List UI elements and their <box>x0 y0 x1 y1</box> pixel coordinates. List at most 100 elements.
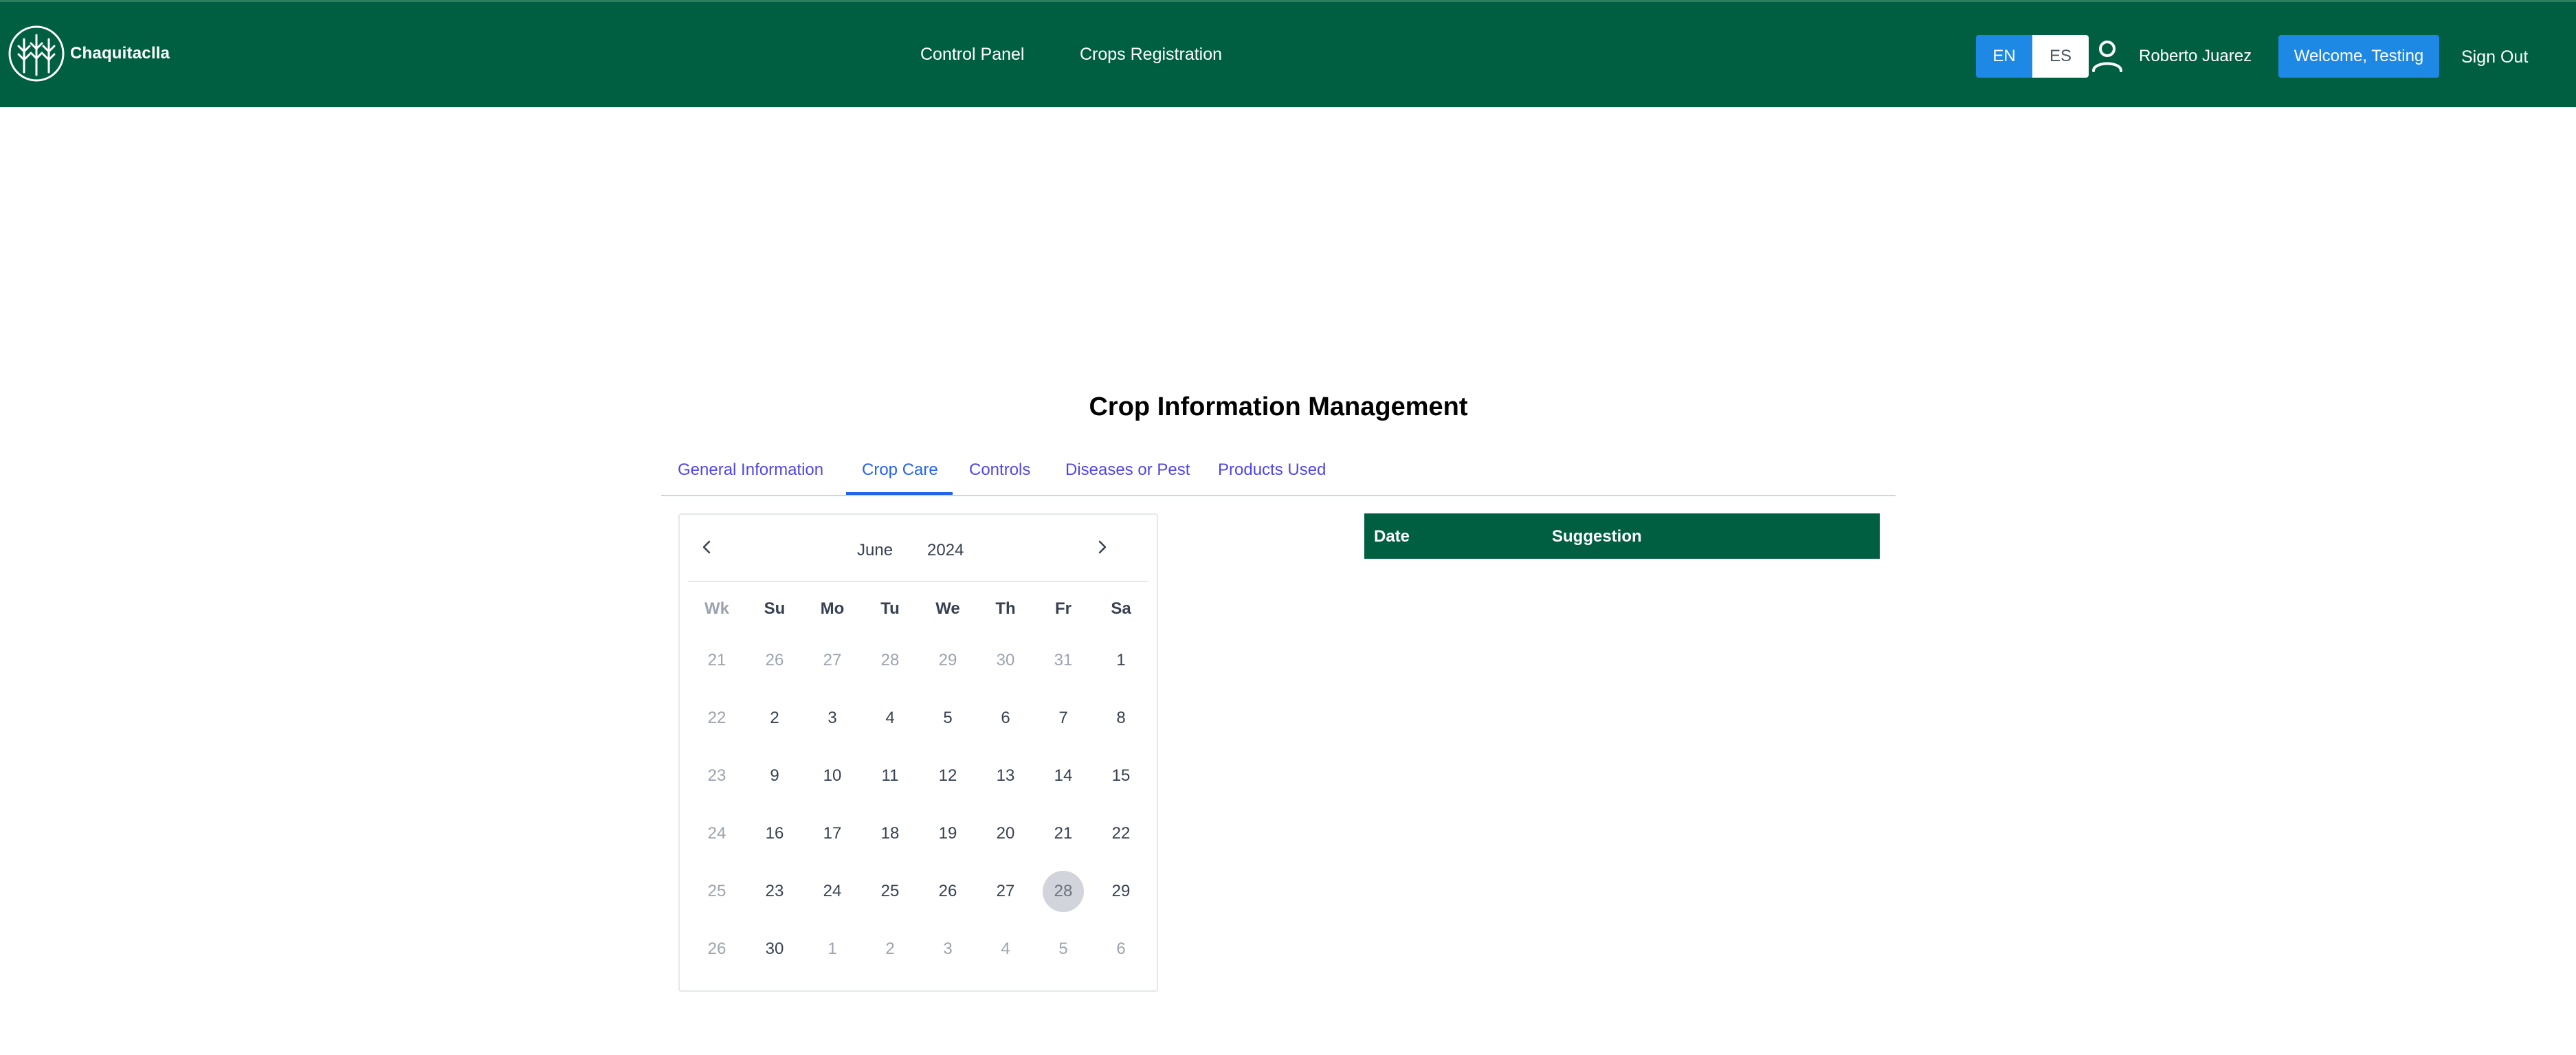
calendar-day-label: 9 <box>770 766 779 785</box>
calendar-day-label: 31 <box>1054 651 1073 669</box>
calendar-day[interactable]: 6 <box>977 689 1034 747</box>
calendar-day[interactable]: 5 <box>919 689 977 747</box>
calendar-day[interactable]: 10 <box>803 747 861 805</box>
calendar-day-label: 13 <box>996 766 1015 785</box>
weekday-header: Fr <box>1055 599 1072 618</box>
calendar-day[interactable]: 3 <box>803 689 861 747</box>
calendar-day-label: 4 <box>1001 940 1010 958</box>
calendar-day-label: 28 <box>1043 871 1084 912</box>
week-number: 23 <box>707 766 726 785</box>
calendar-week-row: 22 2 3 4 5 6 7 8 <box>688 689 1150 747</box>
date-picker-calendar: June 2024 Wk Su Mo Tu We Th Fr Sa 21 26 27 28 29 30 3… <box>678 513 1158 992</box>
calendar-day[interactable]: 29 <box>1092 863 1150 920</box>
calendar-day-label: 28 <box>880 651 900 669</box>
calendar-day-label: 30 <box>765 940 784 958</box>
weekday-header: Mo <box>820 599 845 618</box>
calendar-day-label: 7 <box>1058 709 1068 727</box>
calendar-day-label: 29 <box>938 651 957 669</box>
calendar-day-label: 26 <box>765 651 784 669</box>
nav-control-panel[interactable]: Control Panel <box>920 45 1024 65</box>
calendar-day-label: 6 <box>1001 709 1010 727</box>
calendar-day[interactable]: 5 <box>1034 920 1092 978</box>
calendar-month-selector[interactable]: June <box>857 541 893 560</box>
calendar-divider <box>688 581 1148 582</box>
week-number: 26 <box>707 940 726 958</box>
calendar-day-label: 26 <box>938 882 957 900</box>
calendar-day[interactable]: 26 <box>746 632 803 689</box>
calendar-day[interactable]: 28 <box>861 632 919 689</box>
calendar-day[interactable]: 4 <box>977 920 1034 978</box>
calendar-day[interactable]: 21 <box>1034 805 1092 863</box>
calendar-day-label: 5 <box>943 709 953 727</box>
tab-crop-care[interactable]: Crop Care <box>862 460 938 480</box>
chevron-right-icon[interactable] <box>1092 537 1113 557</box>
calendar-day[interactable]: 18 <box>861 805 919 863</box>
calendar-day[interactable]: 6 <box>1092 920 1150 978</box>
page-title: Crop Information Management <box>1089 392 1468 421</box>
calendar-day[interactable]: 11 <box>861 747 919 805</box>
calendar-day[interactable]: 29 <box>919 632 977 689</box>
calendar-day[interactable]: 23 <box>746 863 803 920</box>
week-number: 24 <box>707 824 726 843</box>
calendar-day-label: 10 <box>823 766 842 785</box>
calendar-navigation: June 2024 <box>680 515 1157 581</box>
calendar-week-row: 21 26 27 28 29 30 31 1 <box>688 632 1150 689</box>
calendar-day-label: 22 <box>1111 824 1131 843</box>
calendar-day-label: 25 <box>880 882 900 900</box>
calendar-day[interactable]: 2 <box>861 920 919 978</box>
calendar-day[interactable]: 27 <box>803 632 861 689</box>
weekday-header: Su <box>764 599 786 618</box>
sign-out-button[interactable]: Sign Out <box>2461 47 2528 67</box>
calendar-day[interactable]: 2 <box>746 689 803 747</box>
calendar-day[interactable]: 8 <box>1092 689 1150 747</box>
calendar-day[interactable]: 7 <box>1034 689 1092 747</box>
calendar-day[interactable]: 16 <box>746 805 803 863</box>
calendar-day[interactable]: 20 <box>977 805 1034 863</box>
calendar-day[interactable]: 30 <box>746 920 803 978</box>
calendar-day[interactable]: 22 <box>1092 805 1150 863</box>
calendar-day-label: 3 <box>828 709 837 727</box>
tab-products-used[interactable]: Products Used <box>1218 460 1326 480</box>
calendar-day[interactable]: 3 <box>919 920 977 978</box>
language-en-button[interactable]: EN <box>1976 35 2032 78</box>
calendar-day-label: 24 <box>823 882 842 900</box>
calendar-day[interactable]: 26 <box>919 863 977 920</box>
calendar-day[interactable]: 9 <box>746 747 803 805</box>
calendar-day[interactable]: 31 <box>1034 632 1092 689</box>
calendar-day[interactable]: 4 <box>861 689 919 747</box>
brand-logo[interactable]: Chaquitaclla <box>7 23 170 85</box>
tab-controls[interactable]: Controls <box>969 460 1030 480</box>
calendar-day[interactable]: 25 <box>861 863 919 920</box>
calendar-day[interactable]: 24 <box>803 863 861 920</box>
calendar-day-selected[interactable]: 28 <box>1034 863 1092 920</box>
weekday-header: Th <box>995 599 1016 618</box>
calendar-day-label: 21 <box>1054 824 1073 843</box>
calendar-day[interactable]: 1 <box>803 920 861 978</box>
language-es-button[interactable]: ES <box>2032 35 2089 78</box>
user-icon[interactable] <box>2088 36 2127 75</box>
nav-crops-registration[interactable]: Crops Registration <box>1080 45 1222 65</box>
calendar-week-row: 24 16 17 18 19 20 21 22 <box>688 805 1150 863</box>
calendar-day[interactable]: 12 <box>919 747 977 805</box>
calendar-day-label: 2 <box>885 940 895 958</box>
calendar-day-label: 4 <box>885 709 895 727</box>
calendar-day[interactable]: 14 <box>1034 747 1092 805</box>
calendar-day-label: 15 <box>1111 766 1131 785</box>
calendar-day[interactable]: 19 <box>919 805 977 863</box>
calendar-day[interactable]: 1 <box>1092 632 1150 689</box>
wheat-logo-icon <box>8 25 65 82</box>
tab-diseases-or-pest[interactable]: Diseases or Pest <box>1065 460 1190 480</box>
calendar-day-label: 30 <box>996 651 1015 669</box>
calendar-day[interactable]: 30 <box>977 632 1034 689</box>
chevron-left-icon[interactable] <box>696 537 717 557</box>
calendar-day[interactable]: 15 <box>1092 747 1150 805</box>
calendar-year-selector[interactable]: 2024 <box>927 541 964 560</box>
calendar-day-label: 27 <box>996 882 1015 900</box>
calendar-day-label: 12 <box>938 766 957 785</box>
calendar-day-label: 17 <box>823 824 842 843</box>
tab-general-information[interactable]: General Information <box>678 460 823 480</box>
calendar-day[interactable]: 27 <box>977 863 1034 920</box>
calendar-day[interactable]: 17 <box>803 805 861 863</box>
calendar-day[interactable]: 13 <box>977 747 1034 805</box>
welcome-button[interactable]: Welcome, Testing <box>2278 35 2439 78</box>
